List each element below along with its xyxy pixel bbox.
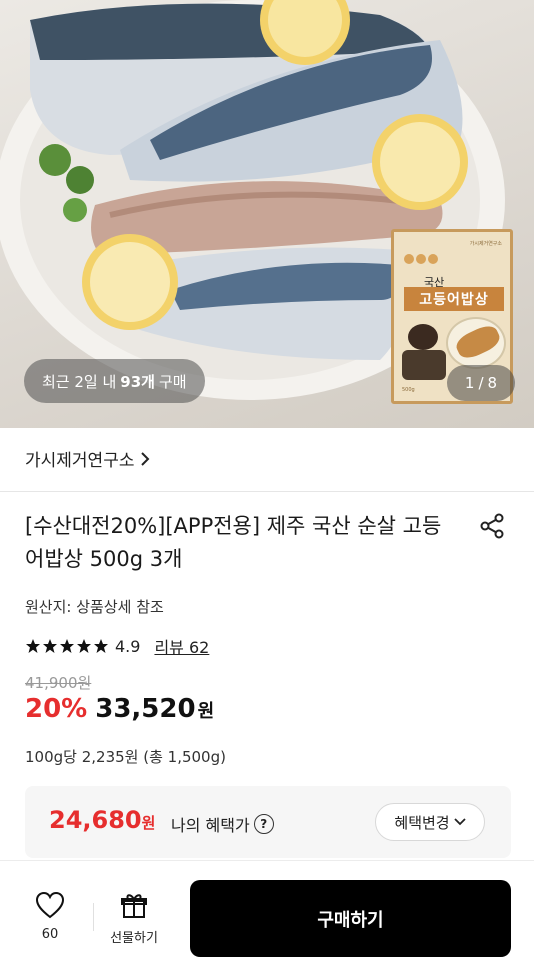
buy-button[interactable]: 구매하기 bbox=[190, 880, 511, 957]
share-icon[interactable] bbox=[478, 512, 506, 540]
benefit-label: 나의 혜택가 ? bbox=[171, 812, 274, 836]
page-current: 1 bbox=[464, 374, 475, 392]
origin-info: 원산지: 상품상세 참조 bbox=[25, 598, 164, 616]
store-link[interactable]: 가시제거연구소 bbox=[25, 446, 150, 471]
package-brand-text: 가시제거연구소 bbox=[469, 241, 502, 247]
page-separator: / bbox=[478, 374, 484, 392]
gift-icon bbox=[121, 894, 147, 918]
question-icon[interactable]: ? bbox=[253, 814, 274, 834]
star-icon bbox=[26, 639, 40, 653]
benefit-label-text: 나의 혜택가 bbox=[171, 816, 250, 835]
star-rating bbox=[25, 638, 109, 654]
price-unit: 원 bbox=[197, 701, 215, 722]
star-icon bbox=[94, 639, 108, 653]
star-icon bbox=[77, 639, 91, 653]
package-weight: 500g bbox=[402, 387, 415, 393]
benefit-price-unit: 원 bbox=[141, 814, 156, 832]
rating-value: 4.9 bbox=[115, 636, 141, 656]
bottom-action-bar: 60 선물하기 구매하기 bbox=[0, 860, 534, 960]
bar-divider bbox=[93, 903, 94, 931]
unit-price: 100g당 2,235원 (총 1,500g) bbox=[25, 748, 226, 766]
star-icon bbox=[43, 639, 57, 653]
recent-purchase-badge: 최근 2일 내 93개 구매 bbox=[24, 359, 205, 403]
benefit-price-value: 24,680 bbox=[49, 806, 142, 834]
benefit-box: 24,680원 나의 혜택가 ? 혜택변경 bbox=[25, 786, 511, 858]
image-page-indicator: 1 / 8 bbox=[447, 365, 515, 401]
like-count: 60 bbox=[41, 927, 59, 942]
review-link[interactable]: 리뷰 62 bbox=[154, 634, 209, 658]
product-title: [수산대전20%][APP전용] 제주 국산 순살 고등어밥상 500g 3개 bbox=[25, 514, 442, 571]
page-total: 8 bbox=[487, 374, 498, 392]
chevron-right-icon bbox=[141, 451, 150, 466]
sale-price: 33,520 bbox=[95, 694, 196, 724]
product-image-carousel[interactable]: 가시제거연구소 국산 고등어밥상 500g 최근 2일 내 93개 구매 1 /… bbox=[0, 0, 534, 428]
section-divider bbox=[0, 491, 534, 492]
recent-count: 93개 bbox=[120, 372, 155, 391]
rating-row: 4.9 리뷰 62 bbox=[25, 634, 209, 658]
package-illustration bbox=[408, 324, 438, 350]
change-benefit-button[interactable]: 혜택변경 bbox=[375, 803, 485, 841]
heart-icon bbox=[35, 891, 65, 919]
chevron-down-icon bbox=[453, 818, 466, 826]
recent-suffix: 구매 bbox=[158, 372, 187, 391]
change-benefit-label: 혜택변경 bbox=[394, 813, 450, 832]
price-row: 20% 33,520 원 bbox=[25, 694, 214, 724]
package-main-label: 고등어밥상 bbox=[404, 287, 504, 311]
benefit-price: 24,680원 bbox=[49, 806, 155, 834]
store-name: 가시제거연구소 bbox=[25, 451, 135, 471]
like-button[interactable]: 60 bbox=[28, 891, 72, 942]
package-pot bbox=[402, 350, 446, 380]
gift-label: 선물하기 bbox=[110, 931, 158, 946]
discount-rate: 20% bbox=[25, 694, 88, 724]
package-badges bbox=[404, 254, 438, 264]
gift-button[interactable]: 선물하기 bbox=[104, 891, 164, 946]
recent-prefix: 최근 2일 내 bbox=[42, 372, 117, 391]
original-price: 41,900원 bbox=[25, 674, 92, 692]
star-icon bbox=[60, 639, 74, 653]
